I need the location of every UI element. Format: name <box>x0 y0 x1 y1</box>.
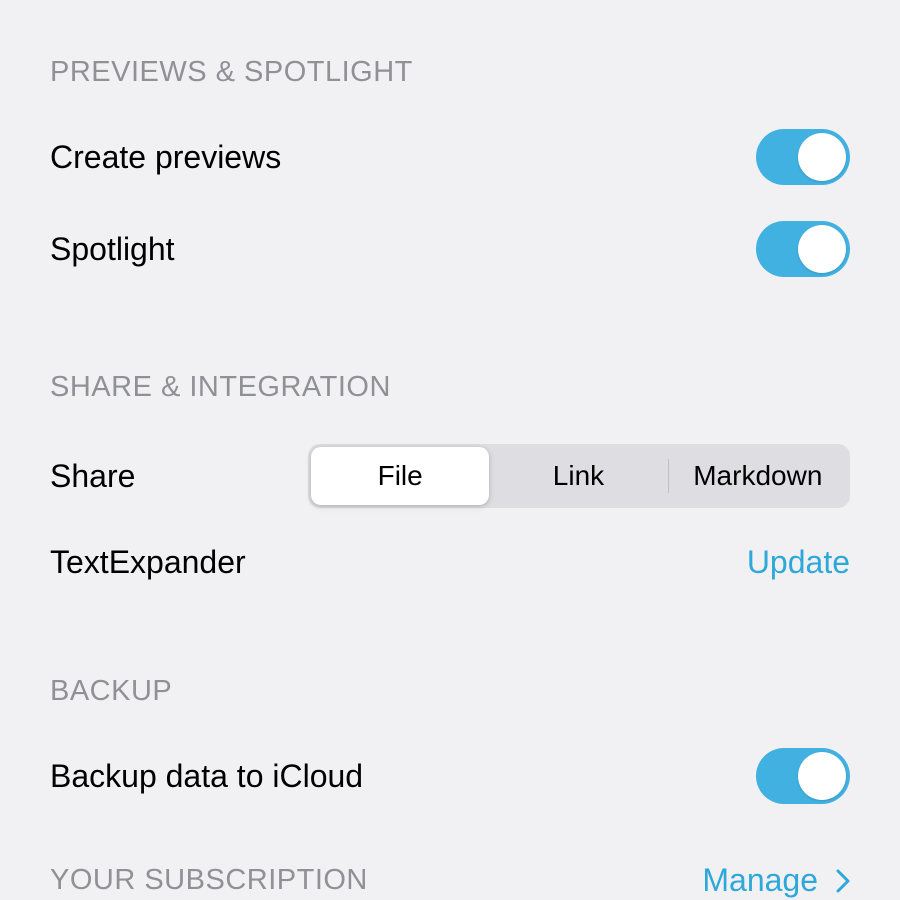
textexpander-update-link[interactable]: Update <box>747 544 850 581</box>
chevron-right-icon <box>836 869 850 893</box>
subscription-manage-text: Manage <box>702 862 818 899</box>
row-spotlight: Spotlight <box>50 221 850 277</box>
row-backup: Backup data to iCloud <box>50 748 850 804</box>
segment-link[interactable]: Link <box>489 447 667 505</box>
textexpander-label: TextExpander <box>50 544 246 581</box>
section-header-backup: BACKUP <box>50 675 850 708</box>
backup-label: Backup data to iCloud <box>50 758 363 795</box>
segment-markdown[interactable]: Markdown <box>669 447 847 505</box>
section-header-previews: PREVIEWS & SPOTLIGHT <box>50 56 850 89</box>
row-subscription: YOUR SUBSCRIPTION Manage <box>50 862 850 899</box>
row-create-previews: Create previews <box>50 129 850 185</box>
toggle-knob <box>798 225 846 273</box>
row-share: Share File Link Markdown <box>50 444 850 508</box>
create-previews-label: Create previews <box>50 139 281 176</box>
share-segmented-control[interactable]: File Link Markdown <box>308 444 850 508</box>
section-header-subscription: YOUR SUBSCRIPTION <box>50 864 368 897</box>
backup-toggle[interactable] <box>756 748 850 804</box>
share-label: Share <box>50 458 135 495</box>
toggle-knob <box>798 752 846 800</box>
section-header-share: SHARE & INTEGRATION <box>50 371 850 404</box>
segment-file[interactable]: File <box>311 447 489 505</box>
spotlight-toggle[interactable] <box>756 221 850 277</box>
subscription-manage-link[interactable]: Manage <box>702 862 850 899</box>
toggle-knob <box>798 133 846 181</box>
row-textexpander: TextExpander Update <box>50 544 850 581</box>
spotlight-label: Spotlight <box>50 231 175 268</box>
create-previews-toggle[interactable] <box>756 129 850 185</box>
